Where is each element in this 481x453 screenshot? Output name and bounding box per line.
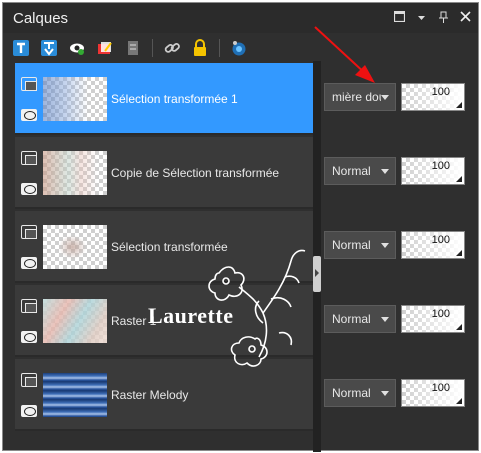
blend-mode-select[interactable]: Normal <box>324 305 396 333</box>
blend-mode-value: Normal <box>332 312 371 326</box>
link-icon[interactable] <box>163 39 181 57</box>
mask-icon[interactable] <box>96 39 114 57</box>
lock-icon[interactable] <box>191 39 209 57</box>
layer-type-icon[interactable] <box>21 299 37 313</box>
opacity-value: 100 <box>431 234 450 246</box>
layer-thumbnail <box>43 77 107 121</box>
opacity-field[interactable]: 100 <box>401 157 465 185</box>
blend-mode-select[interactable]: Normal <box>324 379 396 407</box>
eye-visibility-icon[interactable] <box>68 39 86 57</box>
eye-icon[interactable] <box>21 257 37 269</box>
chevron-down-icon <box>381 316 389 322</box>
group-icon[interactable] <box>124 39 142 57</box>
opacity-value: 100 <box>431 308 450 320</box>
chevron-down-icon <box>381 390 389 396</box>
layer-row[interactable]: Copie de Sélection transformée <box>15 137 321 209</box>
layer-type-icon[interactable] <box>21 225 37 239</box>
blend-mode-value: Normal <box>332 386 371 400</box>
layer-toolbar <box>3 35 478 61</box>
chevron-down-icon <box>381 242 389 248</box>
layer-type-icon[interactable] <box>21 77 37 91</box>
layers-panel: Calques Sélection transformée 1 Copie de… <box>2 2 479 452</box>
blend-mode-select[interactable]: Normal <box>324 231 396 259</box>
watermark-text: Laurette <box>148 303 234 328</box>
chevron-down-icon <box>381 94 389 100</box>
opacity-value: 100 <box>431 86 450 98</box>
pin-icon[interactable] <box>434 11 452 26</box>
eye-icon[interactable] <box>21 109 37 121</box>
layer-name: Copie de Sélection transformée <box>111 166 280 180</box>
blend-mode-value: mière dou <box>332 90 381 104</box>
new-vector-layer-icon[interactable] <box>40 39 58 57</box>
layer-name: Sélection transformée 1 <box>111 92 238 106</box>
layer-thumbnail <box>43 225 107 269</box>
opacity-field[interactable]: 100 <box>401 379 465 407</box>
blend-mode-select[interactable]: Normal <box>324 157 396 185</box>
layer-name: Raster Melody <box>111 388 189 402</box>
layer-type-icon[interactable] <box>21 373 37 387</box>
splitter-handle[interactable] <box>313 256 321 292</box>
opacity-field[interactable]: 100 <box>401 305 465 333</box>
layer-thumbnail <box>43 299 107 343</box>
layer-row[interactable]: Sélection transformée 1 <box>15 63 321 135</box>
opacity-value: 100 <box>431 382 450 394</box>
annotation-arrow-icon <box>314 26 375 83</box>
eye-icon[interactable] <box>21 331 37 343</box>
properties-icon[interactable] <box>230 39 248 57</box>
title-bar: Calques <box>3 3 478 33</box>
toolbar-separator <box>152 39 153 57</box>
chevron-down-icon <box>381 168 389 174</box>
maximize-icon[interactable] <box>390 10 408 25</box>
toolbar-separator <box>219 39 220 57</box>
opacity-field[interactable]: 100 <box>401 231 465 259</box>
close-icon[interactable] <box>456 11 474 25</box>
eye-icon[interactable] <box>21 405 37 417</box>
blend-mode-value: Normal <box>332 164 371 178</box>
dropdown-icon[interactable] <box>412 11 430 25</box>
layer-type-icon[interactable] <box>21 151 37 165</box>
layer-thumbnail <box>43 151 107 195</box>
opacity-field[interactable]: 100 <box>401 83 465 111</box>
opacity-value: 100 <box>431 160 450 172</box>
blend-mode-value: Normal <box>332 238 371 252</box>
layer-thumbnail <box>43 373 107 417</box>
eye-icon[interactable] <box>21 183 37 195</box>
new-raster-layer-icon[interactable] <box>12 39 30 57</box>
